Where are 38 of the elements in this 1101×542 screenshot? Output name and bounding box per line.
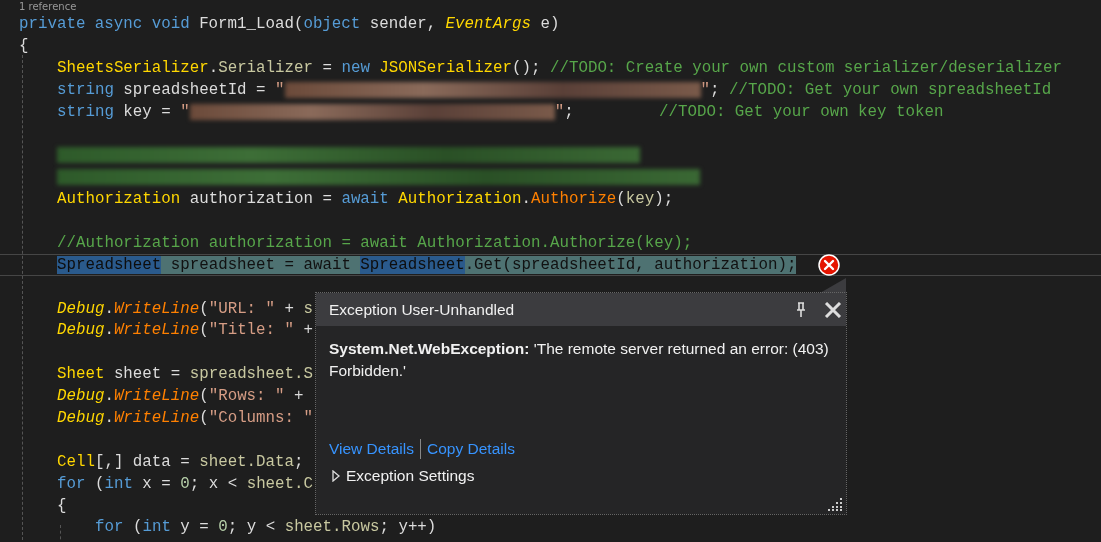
code-text: " (275, 80, 285, 99)
code-text: " (700, 80, 710, 99)
code-text: //TODO: Get your own spreadsheetId (729, 80, 1052, 99)
code-line: Sheet sheet = spreadsheet.S (57, 365, 313, 384)
code-line: Debug.WriteLine("Title: " + (57, 321, 313, 340)
code-text: " (554, 102, 565, 121)
code-text: ; (564, 102, 575, 121)
code-line: Debug.WriteLine("Columns: " (57, 408, 313, 427)
code-line: SheetsSerializer.Serializer = new JSONSerializer(); //TODO: Create your own custom serializer/deserializer (57, 58, 1062, 77)
popup-title: Exception User-Unhandled (329, 300, 516, 319)
code-line: //Authorization authorization = await Authorization.Authorize(key); (57, 233, 693, 252)
error-icon (818, 254, 840, 276)
code-line: Cell[,] data = sheet.Data; (57, 452, 304, 471)
code-text: " (180, 102, 190, 121)
code-text: spreadsheetId = (123, 80, 267, 99)
exception-message: System.Net.WebException: 'The remote server returned an error: (403) Forbidden.' (328, 339, 830, 381)
code-line: for (int y = 0; y < sheet.Rows; y++) (95, 518, 437, 537)
code-text: string (57, 102, 115, 121)
code-text: //TODO: Get your own key token (659, 102, 944, 121)
resize-grip-icon[interactable] (828, 497, 842, 511)
code-text: ; (710, 80, 721, 99)
code-line: Debug.WriteLine("Rows: " + (57, 387, 304, 406)
code-line: Debug.WriteLine("URL: " + s (57, 299, 313, 318)
exception-settings-toggle[interactable]: Exception Settings (346, 467, 475, 485)
code-line: Authorization authorization = await Authorization.Authorize(key); (57, 190, 674, 209)
code-line: for (int x = 0; x < sheet.C (57, 474, 313, 493)
code-line: { (57, 496, 67, 515)
code-line: private async void Form1_Load(object sender, EventArgs e) (19, 14, 560, 33)
pin-icon[interactable] (796, 301, 806, 318)
highlighted-statement: Spreadsheet spreadsheet = await Spreadsheet.Get(spreadsheetId, authorization); (57, 255, 797, 274)
code-line: { (19, 36, 29, 55)
details-link[interactable]: Copy Details (427, 440, 515, 458)
code-text: key = (123, 102, 172, 121)
codelens-reference[interactable]: 1 reference (19, 0, 1101, 13)
details-link[interactable]: View Details (329, 440, 414, 458)
close-icon[interactable] (824, 301, 842, 318)
collapsed-triangle-icon[interactable] (331, 470, 341, 482)
code-text: string (57, 80, 115, 99)
